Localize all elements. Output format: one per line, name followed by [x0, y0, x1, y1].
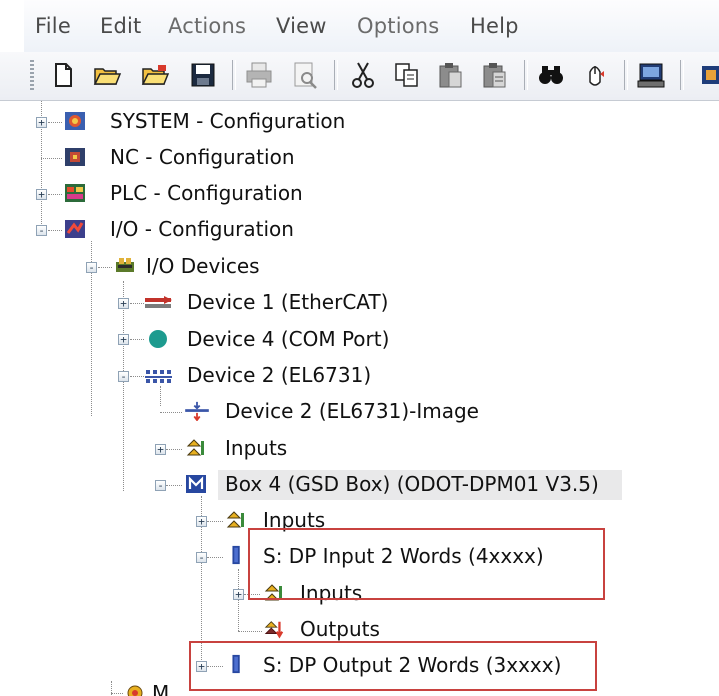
collapse-toggle[interactable]: - [155, 480, 166, 491]
find-icon[interactable] [536, 60, 566, 90]
tree-node-device-2-el6731[interactable]: Device 2 (EL6731) [187, 363, 371, 387]
tree-connector [48, 194, 62, 195]
tree-connector [130, 303, 144, 304]
menu-help[interactable]: Help [470, 14, 519, 38]
plc-config-icon [65, 184, 85, 202]
collapse-toggle[interactable]: - [86, 262, 97, 273]
tree-connector [166, 485, 182, 486]
tree-node-io-configuration[interactable]: I/O - Configuration [110, 217, 294, 241]
mapping-icon [127, 685, 143, 696]
collapse-toggle[interactable]: - [36, 225, 47, 236]
ethercat-device-icon [145, 296, 172, 308]
twincat-system-manager: File Edit Actions View Options Help + SY… [0, 0, 719, 696]
expand-toggle[interactable]: + [196, 516, 207, 527]
paste-icon[interactable] [436, 60, 466, 90]
menu-edit[interactable]: Edit [100, 14, 141, 38]
tree-node-io-devices[interactable]: I/O Devices [146, 254, 260, 278]
toolbar-separator [334, 60, 338, 90]
system-config-icon [65, 112, 85, 130]
toolbar-separator [524, 60, 528, 90]
inputs-icon [186, 439, 204, 456]
tree-connector [48, 230, 62, 231]
toolbar [0, 52, 719, 101]
expand-toggle[interactable]: + [118, 334, 129, 345]
expand-toggle[interactable]: + [233, 589, 244, 600]
open-folder-icon[interactable] [92, 60, 122, 90]
tree-node-inputs[interactable]: Inputs [225, 436, 287, 460]
expand-toggle[interactable]: + [36, 117, 47, 128]
menu-file[interactable]: File [35, 14, 71, 38]
tree-node-device-1-ethercat[interactable]: Device 1 (EtherCAT) [187, 290, 388, 314]
tree-connector [48, 122, 62, 123]
cut-icon[interactable] [348, 60, 378, 90]
target-system-icon[interactable] [636, 60, 666, 90]
toolbar-separator [624, 60, 628, 90]
tree-connector [41, 158, 62, 159]
tree-node-system-configuration[interactable]: SYSTEM - Configuration [110, 109, 345, 133]
paste-with-links-icon[interactable] [480, 60, 510, 90]
menu-bar: File Edit Actions View Options Help [0, 0, 719, 52]
tree-connector [130, 339, 144, 340]
expand-toggle[interactable]: + [155, 444, 166, 455]
tree-connector [130, 376, 144, 377]
tree-connector [207, 521, 223, 522]
nc-config-icon [65, 148, 85, 166]
expand-toggle[interactable]: + [118, 298, 129, 309]
copy-icon[interactable] [392, 60, 422, 90]
tree-connector [166, 449, 182, 450]
menu-actions[interactable]: Actions [168, 14, 246, 38]
collapse-toggle[interactable]: - [196, 552, 207, 563]
toolbar-separator [232, 60, 236, 90]
expand-toggle[interactable]: + [36, 189, 47, 200]
tree-connector [98, 267, 112, 268]
tree-node-device-4-com-port[interactable]: Device 4 (COM Port) [187, 327, 389, 351]
gsd-box-icon [186, 475, 206, 493]
tree-connector [160, 412, 182, 413]
profibus-device-icon [145, 370, 172, 383]
menu-options[interactable]: Options [357, 14, 439, 38]
tree-node-device-2-image[interactable]: Device 2 (EL6731)-Image [225, 399, 479, 423]
collapse-toggle[interactable]: - [118, 371, 129, 382]
tree-connector [111, 693, 123, 694]
open-project-icon[interactable] [140, 60, 170, 90]
tree-node-box-4-gsd-box[interactable]: Box 4 (GSD Box) (ODOT-DPM01 V3.5) [225, 472, 599, 496]
tree-node-plc-configuration[interactable]: PLC - Configuration [110, 181, 303, 205]
com-port-icon [149, 330, 167, 348]
io-config-icon [65, 220, 85, 238]
slot-module-icon [232, 545, 240, 565]
tree-node-nc-configuration[interactable]: NC - Configuration [110, 145, 295, 169]
io-devices-icon [116, 258, 134, 272]
outputs-icon [264, 621, 284, 639]
process-image-icon [185, 401, 209, 421]
tree-connector [123, 281, 124, 491]
inputs-icon [226, 511, 244, 528]
tree-node-mappings[interactable]: M [152, 681, 169, 696]
print-icon[interactable] [244, 60, 274, 90]
save-icon[interactable] [188, 60, 218, 90]
tree-connector [238, 631, 262, 632]
find-next-icon[interactable] [580, 60, 610, 90]
annotation-box-output-module [189, 641, 597, 691]
menu-view[interactable]: View [276, 14, 327, 38]
configuration-tree[interactable]: + SYSTEM - Configuration NC - Configurat… [20, 101, 719, 696]
toolbar-separator [680, 60, 684, 90]
tree-node-dp-outputs[interactable]: Outputs [300, 617, 380, 641]
print-preview-icon[interactable] [290, 60, 320, 90]
new-file-icon[interactable] [48, 60, 78, 90]
menu-bar-left-margin [0, 0, 24, 52]
annotation-box-input-module [248, 528, 605, 600]
toolbar-overflow-icon[interactable] [696, 60, 719, 90]
tree-connector [207, 557, 223, 558]
toolbar-grip[interactable] [30, 60, 34, 92]
tree-connector [160, 386, 161, 406]
